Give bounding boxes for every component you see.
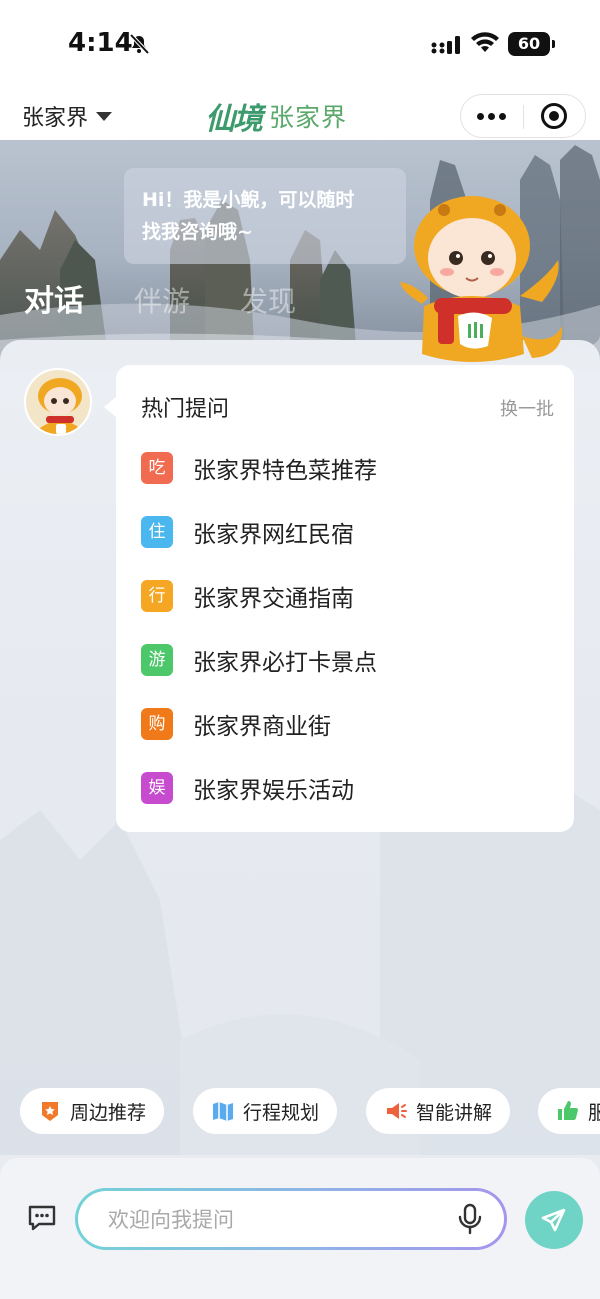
microphone-icon[interactable] [456, 1203, 484, 1235]
tab-chat[interactable]: 对话 [24, 276, 84, 320]
brand-logo: 仙境 张家界 [205, 94, 347, 138]
more-dots-icon [477, 112, 507, 120]
chip-label: 周边推荐 [70, 1101, 147, 1124]
question-item-sights[interactable]: 游 张家界必打卡景点 [141, 643, 377, 677]
food-badge: 吃 [141, 452, 173, 484]
question-input-field[interactable]: 欢迎向我提问 [78, 1191, 504, 1247]
message-mode-icon[interactable] [26, 1202, 58, 1234]
logo-text: 张家界 [269, 103, 348, 132]
tab-discover[interactable]: 发现 [240, 280, 296, 320]
star-badge-icon [42, 1102, 58, 1121]
transport-badge: 行 [141, 580, 173, 612]
question-item-entertainment[interactable]: 娱 张家界娱乐活动 [141, 771, 354, 805]
more-button[interactable] [461, 95, 523, 137]
target-icon [541, 103, 568, 129]
question-text: 张家界商业街 [193, 714, 331, 740]
greeting-line-2: 找我咨询哦~ [142, 221, 253, 243]
chip-label: 服 [588, 1101, 600, 1124]
tab-bar: 对话 伴游 发现 [24, 276, 296, 320]
question-input[interactable]: 欢迎向我提问 [75, 1188, 507, 1250]
stay-badge: 住 [141, 516, 173, 548]
question-item-transport[interactable]: 行 张家界交通指南 [141, 579, 354, 613]
sights-badge: 游 [141, 644, 173, 676]
nav-bar: 张家界 仙境 张家界 [0, 92, 600, 140]
question-text: 张家界必打卡景点 [193, 650, 377, 676]
question-text: 张家界娱乐活动 [193, 778, 354, 804]
input-placeholder: 欢迎向我提问 [108, 1208, 234, 1232]
question-item-stay[interactable]: 住 张家界网红民宿 [141, 515, 354, 549]
map-icon [213, 1102, 233, 1121]
send-icon [541, 1208, 566, 1232]
wifi-icon [471, 32, 499, 52]
hot-questions-card: 热门提问 换一批 吃 张家界特色菜推荐 住 张家界网红民宿 行 张家界交通指南 … [104, 365, 574, 832]
city-name: 张家界 [22, 106, 89, 131]
greeting-bubble: Hi！我是小鲵，可以随时 找我咨询哦~ [124, 168, 406, 264]
chip-itinerary[interactable]: 行程规划 [193, 1088, 338, 1134]
status-time: 4:14 [68, 28, 133, 58]
signal-icon [431, 36, 460, 54]
chip-nearby[interactable]: 周边推荐 [20, 1088, 165, 1134]
battery-indicator: 60 [508, 32, 555, 56]
refresh-button[interactable]: 换一批 [500, 395, 554, 421]
close-miniprogram-button[interactable] [524, 95, 586, 137]
question-item-shopping[interactable]: 购 张家界商业街 [141, 707, 331, 741]
speaker-icon [387, 1103, 407, 1119]
chip-label: 智能讲解 [416, 1101, 493, 1124]
chip-label: 行程规划 [243, 1101, 320, 1124]
question-item-food[interactable]: 吃 张家界特色菜推荐 [141, 451, 377, 485]
city-selector[interactable]: 张家界 [22, 100, 113, 132]
input-bar: 欢迎向我提问 [0, 1158, 600, 1299]
logo-script: 仙境 [205, 102, 263, 137]
bell-off-icon [129, 33, 150, 55]
entertainment-badge: 娱 [141, 772, 173, 804]
mascot-illustration [400, 196, 563, 362]
bot-avatar [24, 368, 92, 436]
question-text: 张家界网红民宿 [193, 522, 354, 548]
status-bar: 4:14 60 [0, 0, 600, 92]
thumbs-up-icon [558, 1101, 578, 1120]
caret-down-icon [96, 111, 113, 121]
chip-guide[interactable]: 智能讲解 [366, 1088, 511, 1134]
question-text: 张家界特色菜推荐 [193, 458, 377, 484]
chip-service[interactable]: 服 [538, 1088, 600, 1134]
mini-program-capsule [460, 94, 586, 138]
question-text: 张家界交通指南 [193, 586, 354, 612]
tab-companion[interactable]: 伴游 [134, 280, 190, 320]
shopping-badge: 购 [141, 708, 173, 740]
send-button[interactable] [525, 1191, 583, 1249]
greeting-line-1: Hi！我是小鲵，可以随时 [142, 189, 355, 211]
card-title: 热门提问 [141, 397, 230, 422]
